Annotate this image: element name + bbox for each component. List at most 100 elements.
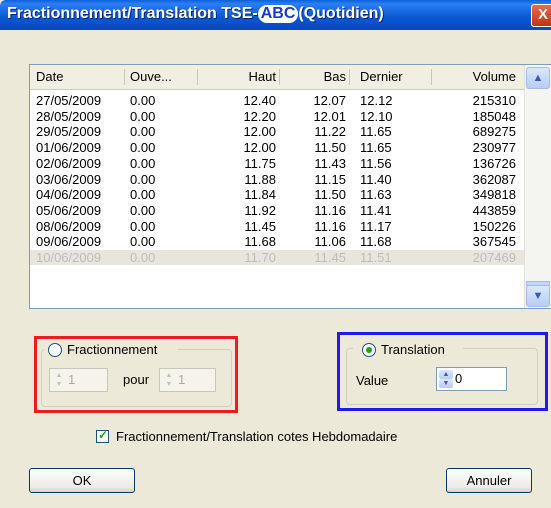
check-icon: ✓ [98, 428, 109, 442]
cell-date: 09/06/2009 [36, 234, 102, 250]
table-row[interactable]: 27/05/2009 0.00 12.40 12.07 12.12 215310 [30, 93, 524, 108]
cell-volume: 689275 [472, 124, 516, 140]
cell-open: 0.00 [130, 187, 156, 203]
table-row[interactable]: 10/06/2009 0.00 11.70 11.45 11.51 207469 [30, 250, 524, 265]
cell-open: 0.00 [130, 140, 156, 156]
cell-high: 11.45 [244, 218, 276, 234]
cell-high: 12.40 [243, 93, 276, 108]
cell-high: 11.70 [244, 250, 276, 265]
cell-volume: 150226 [472, 218, 516, 234]
cell-high: 11.88 [244, 171, 276, 187]
column-header-date[interactable]: Date [36, 65, 126, 89]
cell-volume: 362087 [472, 171, 516, 187]
cell-low: 11.45 [314, 250, 346, 265]
table-header: Date Ouve... Haut Bas Dernier Volume [30, 65, 524, 90]
cell-volume: 443859 [472, 202, 516, 218]
cell-volume: 185048 [472, 108, 516, 124]
cell-last: 12.12 [360, 93, 393, 108]
scroll-down-button[interactable]: ▼ [526, 285, 550, 307]
weekly-checkbox[interactable]: ✓ [96, 428, 109, 443]
table-row[interactable]: 02/06/2009 0.00 11.75 11.43 11.56 136726 [30, 156, 524, 171]
title-highlight: ABC [257, 5, 299, 23]
cell-low: 11.16 [314, 202, 346, 218]
cell-date: 29/05/2009 [36, 124, 102, 140]
cell-volume: 136726 [472, 155, 516, 171]
cell-low: 11.50 [314, 187, 346, 203]
cell-last: 11.56 [360, 155, 392, 171]
cell-high: 11.68 [244, 234, 276, 250]
red-highlight-frame [34, 336, 238, 413]
cell-date: 02/06/2009 [36, 155, 102, 171]
table-row[interactable]: 04/06/2009 0.00 11.84 11.50 11.63 349818 [30, 187, 524, 202]
cell-high: 12.20 [243, 108, 276, 124]
cell-open: 0.00 [130, 218, 156, 234]
cell-date: 10/06/2009 [36, 250, 102, 265]
cell-low: 11.16 [314, 218, 346, 234]
cell-low: 11.22 [314, 124, 346, 140]
cell-date: 03/06/2009 [36, 171, 102, 187]
cell-low: 11.15 [314, 171, 346, 187]
blue-highlight-frame [337, 332, 548, 411]
cell-open: 0.00 [130, 234, 156, 250]
chevron-up-icon: ▲ [532, 72, 544, 84]
table-row[interactable]: 29/05/2009 0.00 12.00 11.22 11.65 689275 [30, 124, 524, 139]
title-bar: Fractionnement/Translation TSE- ABC (Quoti… [0, 0, 551, 30]
cell-date: 05/06/2009 [36, 202, 102, 218]
cell-low: 11.50 [314, 140, 346, 156]
window-title: Fractionnement/Translation TSE- ABC (Quoti… [7, 5, 384, 23]
cell-low: 12.07 [313, 93, 346, 108]
column-header-volume[interactable]: Volume [432, 65, 516, 89]
column-header-low[interactable]: Bas [280, 65, 346, 89]
vertical-scrollbar[interactable]: ▲ ▼ [524, 65, 551, 308]
cell-volume: 215310 [472, 93, 516, 108]
title-suffix: (Quotidien) [298, 5, 384, 22]
cell-high: 11.84 [244, 187, 276, 203]
cell-last: 11.17 [360, 218, 392, 234]
cell-volume: 230977 [472, 140, 516, 156]
cell-last: 11.65 [360, 140, 392, 156]
cell-open: 0.00 [130, 250, 156, 265]
cell-last: 11.65 [360, 124, 392, 140]
cell-low: 11.06 [314, 234, 346, 250]
cell-date: 08/06/2009 [36, 218, 102, 234]
cell-date: 27/05/2009 [36, 93, 102, 108]
column-header-open[interactable]: Ouve... [130, 65, 190, 89]
cell-last: 11.51 [360, 250, 392, 265]
cell-last: 12.10 [360, 108, 393, 124]
close-button[interactable]: X [531, 4, 551, 27]
column-header-last[interactable]: Dernier [360, 65, 426, 89]
cell-last: 11.41 [360, 202, 392, 218]
table-row[interactable]: 09/06/2009 0.00 11.68 11.06 11.68 367545 [30, 234, 524, 249]
cell-date: 04/06/2009 [36, 187, 102, 203]
cell-open: 0.00 [130, 155, 156, 171]
cell-date: 01/06/2009 [36, 140, 102, 156]
chevron-down-icon: ▼ [532, 290, 544, 302]
weekly-checkbox-label: Fractionnement/Translation cotes Hebdoma… [116, 429, 398, 444]
cell-high: 12.00 [243, 124, 276, 140]
table-row[interactable]: 28/05/2009 0.00 12.20 12.01 12.10 185048 [30, 109, 524, 124]
cell-volume: 349818 [472, 187, 516, 203]
table-body: 27/05/2009 0.00 12.40 12.07 12.12 215310 28/05… [30, 90, 524, 308]
table-row[interactable]: 01/06/2009 0.00 12.00 11.50 11.65 230977 [30, 140, 524, 155]
quotes-table[interactable]: Date Ouve... Haut Bas Dernier Volume 27/… [29, 64, 551, 309]
close-icon: X [537, 6, 548, 23]
table-row[interactable]: 03/06/2009 0.00 11.88 11.15 11.40 362087 [30, 172, 524, 187]
cell-open: 0.00 [130, 108, 156, 124]
cell-last: 11.40 [360, 171, 392, 187]
scroll-up-button[interactable]: ▲ [526, 67, 550, 89]
cell-date: 28/05/2009 [36, 108, 102, 124]
cell-volume: 367545 [472, 234, 516, 250]
column-header-high[interactable]: Haut [198, 65, 276, 89]
cell-high: 11.75 [244, 155, 276, 171]
ok-button[interactable]: OK [29, 468, 135, 493]
title-prefix: Fractionnement/Translation TSE- [7, 5, 258, 22]
cell-last: 11.63 [360, 187, 392, 203]
cancel-button[interactable]: Annuler [446, 468, 532, 493]
table-row[interactable]: 08/06/2009 0.00 11.45 11.16 11.17 150226 [30, 219, 524, 234]
cell-open: 0.00 [130, 171, 156, 187]
cell-open: 0.00 [130, 93, 156, 108]
cell-high: 11.92 [244, 202, 276, 218]
cell-low: 12.01 [313, 108, 346, 124]
table-row[interactable]: 05/06/2009 0.00 11.92 11.16 11.41 443859 [30, 203, 524, 218]
cell-open: 0.00 [130, 202, 156, 218]
